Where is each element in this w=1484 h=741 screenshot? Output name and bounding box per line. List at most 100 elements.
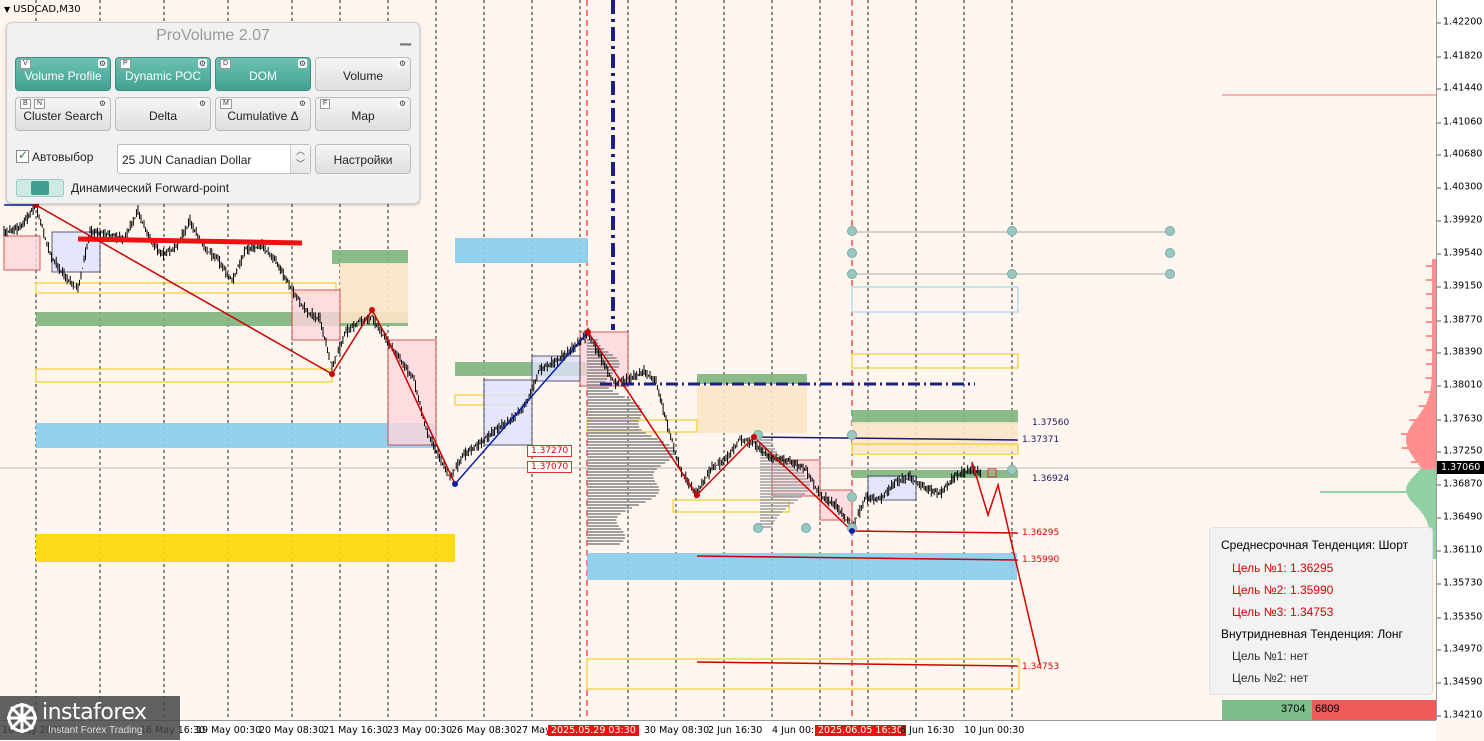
hotkey-badge: F	[320, 99, 331, 109]
volume-zone	[36, 423, 436, 448]
button-label: Volume	[342, 69, 384, 83]
cumulative-delta-button[interactable]: M ⚙ Cumulative Δ	[215, 97, 311, 131]
autoselect-label: Автовыбор	[32, 150, 94, 164]
volume-profile-button[interactable]: V ⚙ Volume Profile	[15, 57, 111, 91]
hotkey-badge: N	[34, 99, 46, 109]
intraday-trend: Внутридневная Тенденция: Лонг	[1221, 627, 1403, 641]
mid-target-3: Цель №3: 1.34753	[1232, 605, 1334, 619]
button-label: Volume Profile	[24, 69, 102, 83]
intraday-target-2: Цель №2: нет	[1232, 671, 1309, 685]
price-scale[interactable]: 1.42200 1.41820 1.41440 1.41060 1.40680 1.403…	[1436, 0, 1484, 721]
box-level-label-1: 1.37270	[527, 445, 573, 457]
mid-target-1: Цель №1: 1.36295	[1232, 561, 1334, 575]
hotkey-badge: P	[120, 59, 131, 69]
price-tick-label: 1.41440	[1436, 82, 1483, 94]
instrument-select[interactable]: 25 JUN Canadian Dollar ︿ ﹀	[117, 144, 311, 174]
trend-info-box: Среднесрочная Тенденция: Шорт Цель №1: 1…	[1209, 527, 1433, 695]
current-price-marker: 1.37060	[1437, 461, 1484, 474]
time-tick-label: 23 May 00:30	[387, 725, 453, 736]
target-line	[851, 530, 1019, 534]
price-tick-label: 1.37250	[1436, 445, 1483, 457]
hotkey-badge: V	[20, 59, 31, 69]
price-tick-label: 1.35730	[1436, 577, 1483, 589]
instaforex-logo-icon	[7, 703, 37, 733]
time-tick-label: 30 May 08:30	[644, 725, 710, 736]
forward-point-toggle[interactable]	[16, 179, 64, 197]
box-level-label-2: 1.37070	[527, 461, 573, 473]
price-tick-label: 1.34210	[1436, 709, 1483, 721]
price-tick-label: 1.34590	[1436, 676, 1483, 688]
poc-box	[851, 353, 1019, 369]
gear-icon[interactable]: ⚙	[197, 59, 207, 68]
price-tick-label: 1.40680	[1436, 148, 1483, 160]
symbol-label: ▼ USDCAD,M30	[4, 4, 81, 15]
range-box	[3, 235, 41, 271]
map-button[interactable]: F ⚙ Map	[315, 97, 411, 131]
price-tick-label: 1.35350	[1436, 611, 1483, 623]
price-tick-label: 1.38010	[1436, 379, 1483, 391]
price-tick-label: 1.42200	[1436, 16, 1483, 28]
target-label-3: 1.34753	[1022, 662, 1060, 672]
dropdown-triangle-icon[interactable]: ▼	[4, 5, 10, 14]
button-label: Delta	[148, 109, 177, 123]
settings-button[interactable]: Настройки	[315, 144, 411, 174]
volume-zone	[697, 385, 807, 433]
price-tick-label: 1.39920	[1436, 214, 1483, 226]
cluster-search-button[interactable]: B N ⚙ Cluster Search	[15, 97, 111, 131]
target-label-1: 1.36295	[1022, 528, 1060, 538]
autoselect-checkbox[interactable]: Автовыбор	[16, 148, 94, 164]
time-tick-label: 2 Jun 16:30	[708, 725, 763, 736]
level-label-1: 1.37560	[1032, 418, 1070, 428]
anchor-dot-icon	[847, 226, 857, 236]
sell-volume-value: 6809	[1315, 703, 1340, 715]
instaforex-watermark: instaforex Instant Forex Trading	[0, 696, 180, 740]
delta-button[interactable]: ⚙ Delta	[115, 97, 211, 131]
price-tick-label: 1.39540	[1436, 247, 1483, 259]
volume-zone	[852, 422, 1018, 452]
dom-button[interactable]: D ⚙ DOM	[215, 57, 311, 91]
price-tick-label: 1.37630	[1436, 413, 1483, 425]
time-tick-label: 21 May 16:30	[323, 725, 389, 736]
volume-zone	[852, 410, 1018, 424]
time-tick-label: 10 Jun 00:30	[964, 725, 1025, 736]
anchor-dot-icon	[1165, 269, 1175, 279]
time-cursor-label: 2025.05.29 03:30	[548, 725, 639, 736]
gear-icon[interactable]: ⚙	[297, 99, 307, 108]
checkbox-icon[interactable]	[16, 148, 29, 163]
gear-icon[interactable]: ⚙	[197, 99, 207, 108]
price-tick-label: 1.38390	[1436, 346, 1483, 358]
spinner-arrows-icon[interactable]: ︿ ﹀	[290, 145, 310, 173]
mid-target-2: Цель №2: 1.35990	[1232, 583, 1334, 597]
price-tick-label: 1.36110	[1436, 544, 1483, 556]
gear-icon[interactable]: ⚙	[397, 99, 407, 108]
price-tick-label: 1.41060	[1436, 116, 1483, 128]
dynamic-poc-button[interactable]: P ⚙ Dynamic POC	[115, 57, 211, 91]
minimize-icon[interactable]: ▁	[400, 29, 411, 46]
target-label-2: 1.35990	[1022, 555, 1060, 565]
provolume-panel[interactable]: ProVolume 2.07 ▁ V ⚙ Volume Profile P ⚙ …	[6, 22, 420, 204]
volume-button[interactable]: ⚙ Volume	[315, 57, 411, 91]
time-tick-label: 26 May 08:30	[451, 725, 517, 736]
time-tick-label: 20 May 08:30	[259, 725, 325, 736]
time-axis[interactable]: 16 May 202516 May 16:3019 May 00:3020 Ma…	[0, 720, 1436, 741]
pivot-marker	[585, 329, 591, 335]
anchor-dot-icon	[1007, 226, 1017, 236]
price-tick-label: 1.36490	[1436, 511, 1483, 523]
panel-title: ProVolume 2.07	[156, 27, 270, 44]
chart-area[interactable]: ▼ USDCAD,M30 1.37560 1.37371 1.36924 1.36…	[0, 0, 1484, 741]
gear-icon[interactable]: ⚙	[97, 59, 107, 68]
button-label: Cumulative Δ	[227, 109, 299, 123]
mid-term-trend: Среднесрочная Тенденция: Шорт	[1221, 538, 1409, 552]
gear-icon[interactable]: ⚙	[97, 99, 107, 108]
volume-zone	[36, 534, 455, 562]
value-area-box	[851, 286, 1019, 313]
price-tick-label: 1.41820	[1436, 50, 1483, 62]
volume-zone	[332, 250, 408, 264]
anchor-dot-icon	[1007, 269, 1017, 279]
gear-icon[interactable]: ⚙	[297, 59, 307, 68]
poc-box	[35, 368, 333, 383]
pivot-marker	[694, 492, 700, 498]
gear-icon[interactable]: ⚙	[397, 59, 407, 68]
forward-point-label: Динамический Forward-point	[71, 181, 230, 195]
anchor-dot-icon	[1007, 465, 1017, 475]
